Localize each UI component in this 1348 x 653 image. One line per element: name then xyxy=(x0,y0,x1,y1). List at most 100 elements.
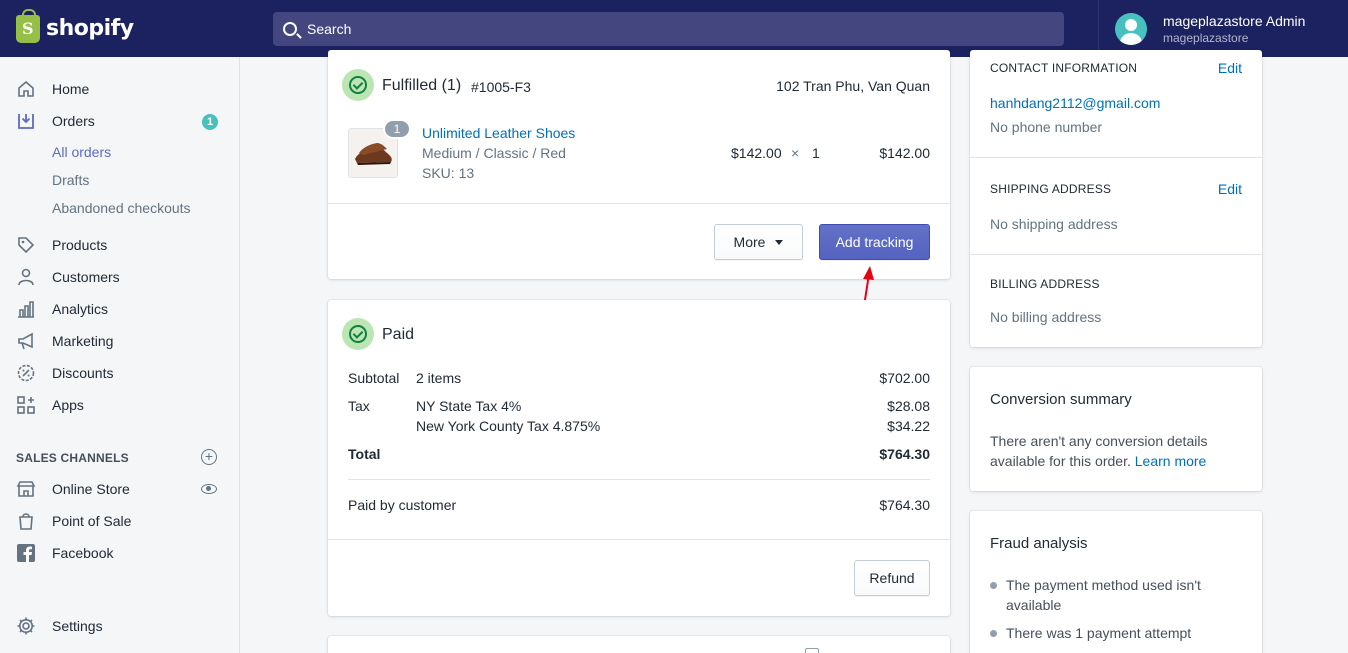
sidebar-item-point-of-sale[interactable]: Point of Sale xyxy=(16,509,131,533)
item-quantity-badge: 1 xyxy=(383,119,411,139)
divider xyxy=(348,479,930,480)
bar-chart-icon xyxy=(16,299,36,319)
shopify-logo[interactable]: S shopify xyxy=(0,0,240,57)
edit-shipping-link[interactable]: Edit xyxy=(1218,181,1242,197)
paid-check-icon xyxy=(342,318,374,350)
divider xyxy=(328,203,950,204)
fulfilled-title: Fulfilled (1) xyxy=(382,77,461,95)
more-actions-button[interactable]: More xyxy=(714,224,803,260)
apps-icon xyxy=(16,395,36,415)
sidebar-item-customers[interactable]: Customers xyxy=(16,265,120,289)
facebook-icon xyxy=(16,543,36,563)
bullet-icon xyxy=(990,630,997,637)
paid-by-value: $764.30 xyxy=(879,497,930,513)
sidebar-item-home[interactable]: Home xyxy=(16,77,89,101)
sidebar-item-orders[interactable]: Orders xyxy=(16,109,95,133)
store-icon xyxy=(16,479,36,499)
fulfilled-count: (1) xyxy=(441,77,462,94)
item-quantity: 1 xyxy=(812,145,820,161)
sidebar-item-label: Products xyxy=(52,237,108,253)
sidebar-item-label: Settings xyxy=(52,618,103,634)
sidebar-item-label: Home xyxy=(52,81,90,97)
orders-count-badge: 1 xyxy=(202,114,218,130)
tax2-value: $34.22 xyxy=(887,418,930,434)
sidebar-item-online-store[interactable]: Online Store xyxy=(16,477,130,501)
refund-button-label: Refund xyxy=(869,570,915,586)
tax1-name: NY State Tax 4% xyxy=(416,398,522,414)
add-channel-icon[interactable]: + xyxy=(201,449,217,465)
megaphone-icon xyxy=(16,331,36,351)
divider xyxy=(970,157,1262,158)
top-bar: S shopify Search mageplazastore Admin ma… xyxy=(0,0,1348,57)
billing-address-heading: BILLING ADDRESS xyxy=(990,277,1100,291)
fraud-title: Fraud analysis xyxy=(990,535,1088,552)
fraud-item-2: There was 1 payment attempt xyxy=(1006,625,1192,641)
next-card xyxy=(328,636,950,653)
edit-contact-link[interactable]: Edit xyxy=(1218,60,1242,76)
avatar xyxy=(1115,12,1147,45)
sidebar-item-settings[interactable]: Settings xyxy=(16,614,103,638)
sidebar-item-label: Apps xyxy=(52,397,84,413)
search-icon xyxy=(283,22,297,36)
discount-icon xyxy=(16,363,36,383)
sidebar-item-apps[interactable]: Apps xyxy=(16,393,84,417)
sidebar-item-analytics[interactable]: Analytics xyxy=(16,297,108,321)
caret-down-icon xyxy=(775,239,784,245)
product-sku: SKU: 13 xyxy=(422,165,475,181)
product-variant: Medium / Classic / Red xyxy=(422,145,566,161)
sidebar-item-discounts[interactable]: Discounts xyxy=(16,361,113,385)
brand-name: shopify xyxy=(46,16,134,41)
sidebar-subitem-drafts[interactable]: Drafts xyxy=(52,172,89,188)
tax2-name: New York County Tax 4.875% xyxy=(416,418,601,434)
subtotal-value: $702.00 xyxy=(879,370,930,386)
checkbox[interactable] xyxy=(805,648,819,653)
sidebar-subitem-all-orders[interactable]: All orders xyxy=(52,144,111,160)
conversion-text-line2: available for this order. xyxy=(990,453,1131,469)
user-store: mageplazastore xyxy=(1163,30,1249,45)
paid-card: Paid Subtotal 2 items $702.00 Tax NY Sta… xyxy=(328,300,950,616)
fulfillment-id: #1005-F3 xyxy=(471,79,531,95)
subtotal-label: Subtotal xyxy=(348,370,400,386)
sidebar-item-label: Marketing xyxy=(52,333,114,349)
times-sign: × xyxy=(791,145,800,161)
sidebar: Home Orders 1 All orders Drafts Abandone… xyxy=(0,57,240,653)
person-icon xyxy=(16,267,36,287)
shopify-bag-icon: S xyxy=(16,8,40,43)
add-tracking-label: Add tracking xyxy=(835,234,914,250)
sidebar-item-label: Analytics xyxy=(52,301,109,317)
customer-info-card: CONTACT INFORMATION Edit hanhdang2112@gm… xyxy=(970,50,1262,347)
tag-icon xyxy=(16,235,36,255)
paid-title: Paid xyxy=(382,326,415,343)
sidebar-subitem-abandoned-checkouts[interactable]: Abandoned checkouts xyxy=(52,200,191,216)
total-label: Total xyxy=(348,446,381,462)
customer-phone: No phone number xyxy=(990,119,1103,135)
fulfillment-location: 102 Tran Phu, Van Quan xyxy=(776,78,930,94)
conversion-summary-card: Conversion summary There aren't any conv… xyxy=(970,367,1262,491)
refund-button[interactable]: Refund xyxy=(854,560,930,596)
product-link[interactable]: Unlimited Leather Shoes xyxy=(422,125,575,141)
add-tracking-button[interactable]: Add tracking xyxy=(819,224,930,260)
home-icon xyxy=(16,79,36,99)
view-store-eye-icon[interactable] xyxy=(201,484,217,494)
gear-icon xyxy=(16,616,36,636)
sidebar-item-label: Facebook xyxy=(52,545,114,561)
conversion-text-line1: There aren't any conversion details xyxy=(990,433,1208,449)
divider xyxy=(328,539,950,540)
more-button-label: More xyxy=(733,234,766,250)
search-input[interactable]: Search xyxy=(273,12,1064,46)
sidebar-item-label: Orders xyxy=(52,113,95,129)
sidebar-item-products[interactable]: Products xyxy=(16,233,107,257)
fulfilled-card: Fulfilled (1) #1005-F3 102 Tran Phu, Van… xyxy=(328,50,950,279)
sidebar-item-facebook[interactable]: Facebook xyxy=(16,541,113,565)
sidebar-item-label: Point of Sale xyxy=(52,513,132,529)
user-menu[interactable]: mageplazastore Admin mageplazastore xyxy=(1098,0,1348,57)
line-total: $142.00 xyxy=(879,145,930,161)
sidebar-item-marketing[interactable]: Marketing xyxy=(16,329,113,353)
fraud-item-1-line1: The payment method used isn't xyxy=(1006,577,1201,593)
customer-email-link[interactable]: hanhdang2112@gmail.com xyxy=(990,95,1160,111)
total-value: $764.30 xyxy=(879,446,930,462)
contact-info-heading: CONTACT INFORMATION xyxy=(990,61,1138,75)
shipping-address-heading: SHIPPING ADDRESS xyxy=(990,182,1112,196)
search-placeholder: Search xyxy=(307,21,352,37)
learn-more-link[interactable]: Learn more xyxy=(1135,453,1207,469)
